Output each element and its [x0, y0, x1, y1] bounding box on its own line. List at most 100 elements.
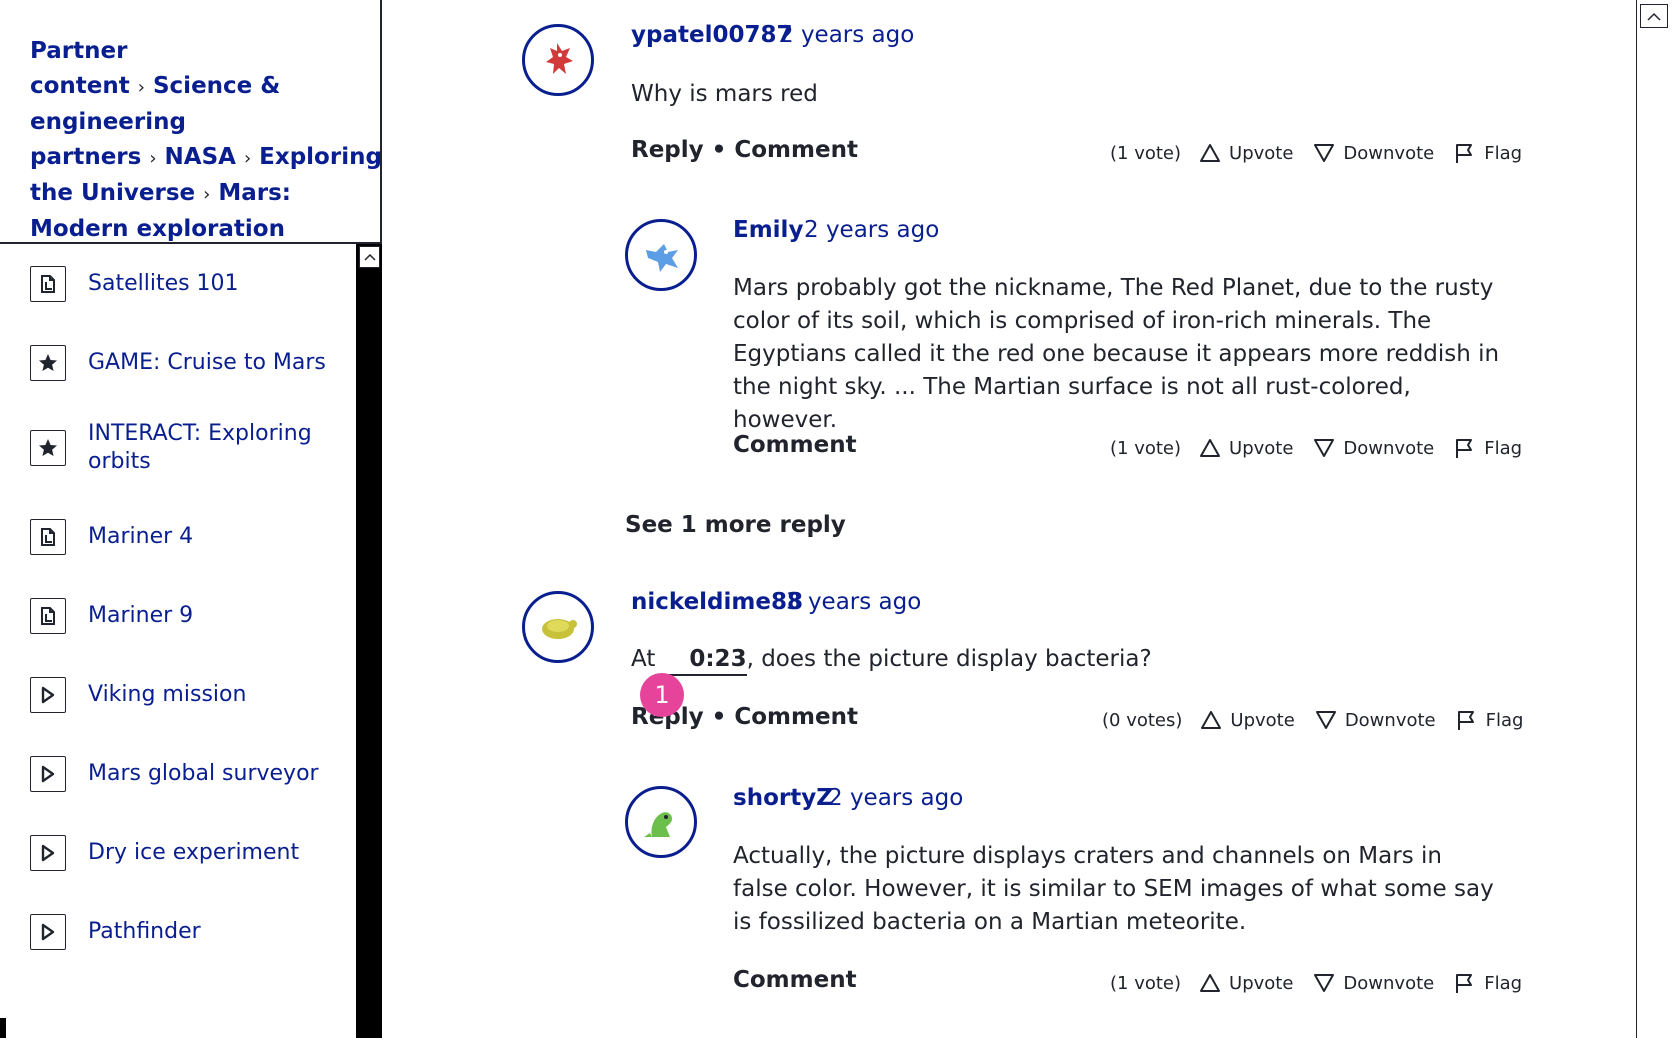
main-scrollbar[interactable] — [1636, 0, 1672, 1038]
sidebar-item-label: Mariner 4 — [88, 524, 194, 549]
sidebar-item-mariner-9[interactable]: Mariner 9 — [30, 598, 340, 634]
scroll-up-arrow-icon[interactable] — [1640, 4, 1668, 28]
sidebar-item-label: Mars global surveyor — [88, 761, 319, 786]
reply-text: Mars probably got the nickname, The Red … — [733, 275, 1500, 433]
breadcrumb-nasa[interactable]: NASA — [165, 144, 236, 170]
sidebar-item-game-cruise-to-mars[interactable]: GAME: Cruise to Mars — [30, 345, 340, 381]
sidebar-item-label: INTERACT: Exploring orbits — [88, 421, 312, 474]
comment-text: Why is mars red — [631, 81, 818, 107]
comment-button[interactable]: Comment — [734, 137, 858, 163]
reply-time[interactable]: 2 years ago — [828, 785, 963, 811]
avatar[interactable] — [625, 786, 697, 858]
scroll-up-arrow-icon[interactable] — [359, 246, 380, 268]
reply-button[interactable]: Reply — [631, 137, 704, 163]
downvote-triangle-icon — [1315, 711, 1336, 729]
downvote-label: Downvote — [1343, 437, 1435, 459]
downvote-button[interactable]: Downvote — [1313, 438, 1434, 459]
upvote-button[interactable]: Upvote — [1200, 709, 1295, 731]
sidebar-item-label: Viking mission — [88, 682, 247, 707]
flag-label: Flag — [1484, 437, 1523, 459]
sidebar-edge-marker — [0, 1018, 6, 1038]
upvote-button[interactable]: Upvote — [1199, 973, 1293, 994]
avatar[interactable] — [625, 219, 697, 291]
comment-author[interactable]: nickeldime88 — [631, 589, 803, 615]
flag-button[interactable]: Flag — [1454, 437, 1522, 459]
downvote-button[interactable]: Downvote — [1313, 973, 1434, 994]
avatar[interactable] — [522, 591, 594, 663]
sidebar-item-mariner-4[interactable]: Mariner 4 — [30, 519, 340, 555]
reply-author[interactable]: Emily — [733, 217, 803, 243]
red-creature-avatar-icon — [546, 43, 573, 74]
sidebar-item-label: Mariner 9 — [88, 603, 194, 628]
comment-text-before: At — [631, 646, 656, 672]
flag-button[interactable]: Flag — [1454, 142, 1522, 164]
downvote-triangle-icon — [1314, 439, 1335, 457]
sidebar-item-viking-mission[interactable]: Viking mission — [30, 677, 340, 713]
vote-count: (1 vote) — [1110, 972, 1182, 994]
video-timestamp-link[interactable]: 0:23 — [655, 646, 747, 676]
separator-dot: • — [711, 137, 727, 163]
flag-label: Flag — [1484, 972, 1523, 994]
upvote-button[interactable]: Upvote — [1199, 438, 1293, 459]
sidebar-item-satellites-101[interactable]: Satellites 101 — [30, 266, 340, 302]
comment-button[interactable]: Comment — [733, 967, 857, 993]
comment-button[interactable]: Comment — [734, 704, 858, 730]
upvote-triangle-icon — [1200, 439, 1221, 457]
play-icon — [30, 756, 66, 792]
breadcrumb-partner-content[interactable]: Partner content — [30, 38, 130, 99]
flag-button[interactable]: Flag — [1454, 972, 1522, 994]
sidebar-item-interact-exploring-orbits[interactable]: INTERACT: Exploring orbits — [30, 420, 340, 476]
flag-button[interactable]: Flag — [1456, 709, 1524, 731]
comment-text-after: , does the picture display bacteria? — [746, 646, 1152, 672]
green-dinosaur-avatar-icon — [644, 812, 672, 837]
upvote-triangle-icon — [1201, 711, 1222, 729]
turtle-avatar-icon — [542, 619, 577, 639]
reply-actions: Comment — [733, 967, 857, 993]
upvote-button[interactable]: Upvote — [1199, 143, 1293, 164]
sidebar-item-label: Dry ice experiment — [88, 840, 300, 865]
downvote-label: Downvote — [1343, 972, 1435, 994]
vote-bar: (1 vote) Upvote Downvote Flag — [1110, 433, 1522, 463]
upvote-label: Upvote — [1229, 142, 1294, 164]
breadcrumb-separator: › — [203, 184, 211, 205]
comment-time[interactable]: 2 years ago — [779, 22, 914, 48]
downvote-label: Downvote — [1343, 142, 1435, 164]
sidebar-scrollbar[interactable] — [356, 244, 382, 1038]
flag-label: Flag — [1484, 142, 1523, 164]
avatar[interactable] — [522, 24, 594, 96]
star-icon — [30, 430, 66, 466]
upvote-label: Upvote — [1230, 709, 1295, 731]
comment-author[interactable]: ypatel00787 — [631, 22, 792, 48]
sidebar-item-label: GAME: Cruise to Mars — [88, 350, 326, 375]
breadcrumb-separator: › — [243, 148, 252, 169]
breadcrumb-separator: › — [149, 148, 157, 169]
play-icon — [30, 677, 66, 713]
flag-icon — [1456, 144, 1473, 163]
comments-panel: ypatel00787 2 years ago Why is mars red … — [384, 0, 1636, 1038]
vote-bar: (1 vote) Upvote Downvote Flag — [1110, 968, 1522, 998]
step-badge: 1 — [640, 673, 684, 717]
comment-button[interactable]: Comment — [733, 432, 857, 458]
downvote-button[interactable]: Downvote — [1315, 710, 1436, 731]
vote-bar: (0 votes) Upvote Downvote Flag — [1102, 705, 1523, 735]
sidebar-item-mars-global-surveyor[interactable]: Mars global surveyor — [30, 756, 340, 792]
play-icon — [30, 835, 66, 871]
sidebar-item-pathfinder[interactable]: Pathfinder — [30, 914, 340, 950]
comment-time[interactable]: 3 years ago — [786, 589, 921, 615]
article-icon — [30, 266, 66, 302]
sidebar-item-dry-ice-experiment[interactable]: Dry ice experiment — [30, 835, 340, 871]
reply-time[interactable]: 2 years ago — [804, 217, 939, 243]
flag-icon — [1457, 711, 1474, 730]
vote-bar: (1 vote) Upvote Downvote Flag — [1110, 138, 1636, 168]
downvote-triangle-icon — [1314, 974, 1335, 992]
upvote-triangle-icon — [1200, 144, 1221, 162]
reply-text: Actually, the picture displays craters a… — [733, 843, 1494, 935]
reply-author[interactable]: shortyZ — [733, 785, 833, 811]
upvote-label: Upvote — [1229, 972, 1294, 994]
downvote-button[interactable]: Downvote — [1313, 143, 1434, 164]
see-more-replies-link[interactable]: See 1 more reply — [625, 512, 846, 538]
breadcrumb-separator: › — [137, 77, 145, 98]
sidebar: Partner content › Science & engineering pa… — [0, 0, 382, 1038]
flag-label: Flag — [1485, 709, 1524, 731]
breadcrumb: Partner content › Science & engineering pa… — [30, 34, 382, 247]
